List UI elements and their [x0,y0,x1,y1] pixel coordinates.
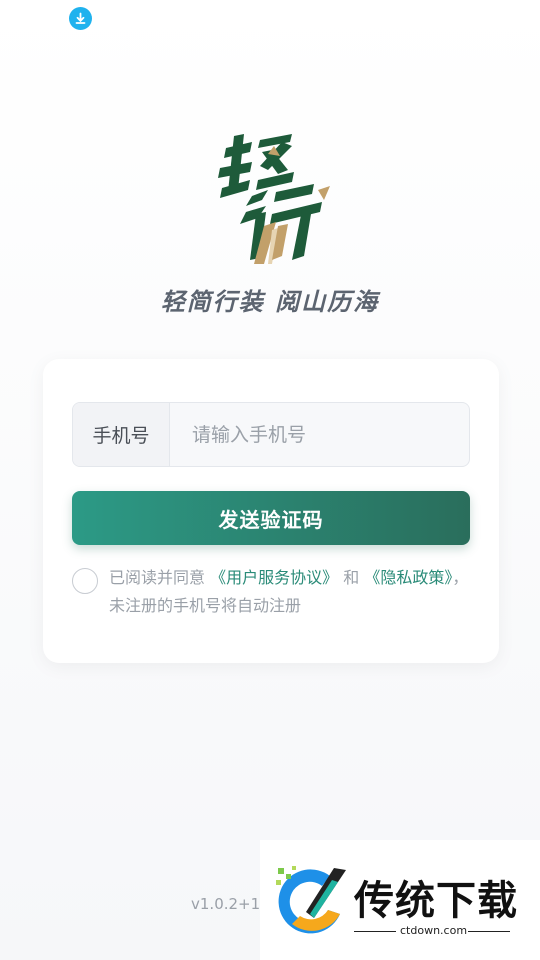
user-agreement-link[interactable]: 《用户服务协议》 [210,568,338,587]
version-text: v1.0.2+1 [191,895,261,913]
agreement-row: 已阅读并同意 《用户服务协议》 和 《隐私政策》，未注册的手机号将自动注册 [72,564,472,620]
watermark-title: 传统下载 [354,878,518,924]
send-code-button[interactable]: 发送验证码 [72,491,470,545]
phone-field: 手机号 [72,402,470,467]
download-icon[interactable] [69,7,92,30]
watermark-divider-right [468,931,510,932]
slogan: 轻简行装 阅山历海 [160,288,380,316]
agreement-checkbox[interactable] [72,568,98,594]
privacy-policy-link[interactable]: 《隐私政策》 [364,568,452,587]
phone-label: 手机号 [73,403,170,466]
watermark-logo-icon [276,866,346,934]
agreement-conjunction: 和 [343,568,360,587]
watermark-domain: ctdown.com [400,924,468,937]
phone-input[interactable] [170,403,469,466]
login-card: 手机号 发送验证码 已阅读并同意 《用户服务协议》 和 《隐私政策》，未注册的手… [43,359,499,663]
agreement-text: 已阅读并同意 《用户服务协议》 和 《隐私政策》，未注册的手机号将自动注册 [109,564,472,620]
watermark: 传统下载 ctdown.com [260,840,540,960]
agreement-prefix: 已阅读并同意 [109,568,206,587]
app-logo [212,130,336,266]
watermark-divider-left [354,931,396,932]
